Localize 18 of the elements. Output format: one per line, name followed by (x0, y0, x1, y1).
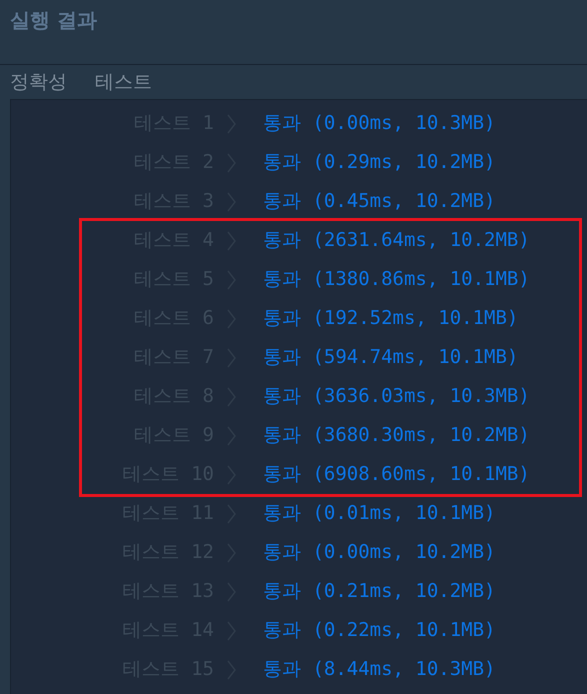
test-result: 통과 (0.45ms, 10.2MB) (263, 189, 496, 214)
test-result: 통과 (0.22ms, 10.1MB) (263, 618, 496, 644)
test-result: 통과 (0.00ms, 10.3MB) (263, 111, 496, 136)
test-result: 통과 (0.01ms, 10.1MB) (263, 501, 496, 526)
test-result: 통과 (594.74ms, 10.1MB) (263, 345, 518, 370)
test-result: 통과 (3680.30ms, 10.2MB) (263, 423, 530, 448)
section-heading: 정확성 (10, 70, 67, 95)
test-result: 통과 (0.29ms, 10.2MB) (263, 150, 496, 176)
test-result: 통과 (0.21ms, 10.2MB) (263, 579, 496, 604)
test-result: 통과 (2631.64ms, 10.2MB) (263, 228, 530, 254)
panel-title: 실행 결과 (10, 7, 98, 34)
test-result: 통과 (192.52ms, 10.1MB) (263, 306, 518, 332)
test-result: 통과 (8.44ms, 10.3MB) (263, 657, 496, 682)
test-result: 통과 (0.00ms, 10.2MB) (263, 540, 496, 566)
section-heading: 테스트 (95, 70, 152, 95)
test-result: 통과 (6908.60ms, 10.1MB) (263, 462, 530, 488)
test-result: 통과 (3636.03ms, 10.3MB) (263, 384, 530, 410)
test-result: 통과 (1380.86ms, 10.1MB) (263, 267, 530, 292)
